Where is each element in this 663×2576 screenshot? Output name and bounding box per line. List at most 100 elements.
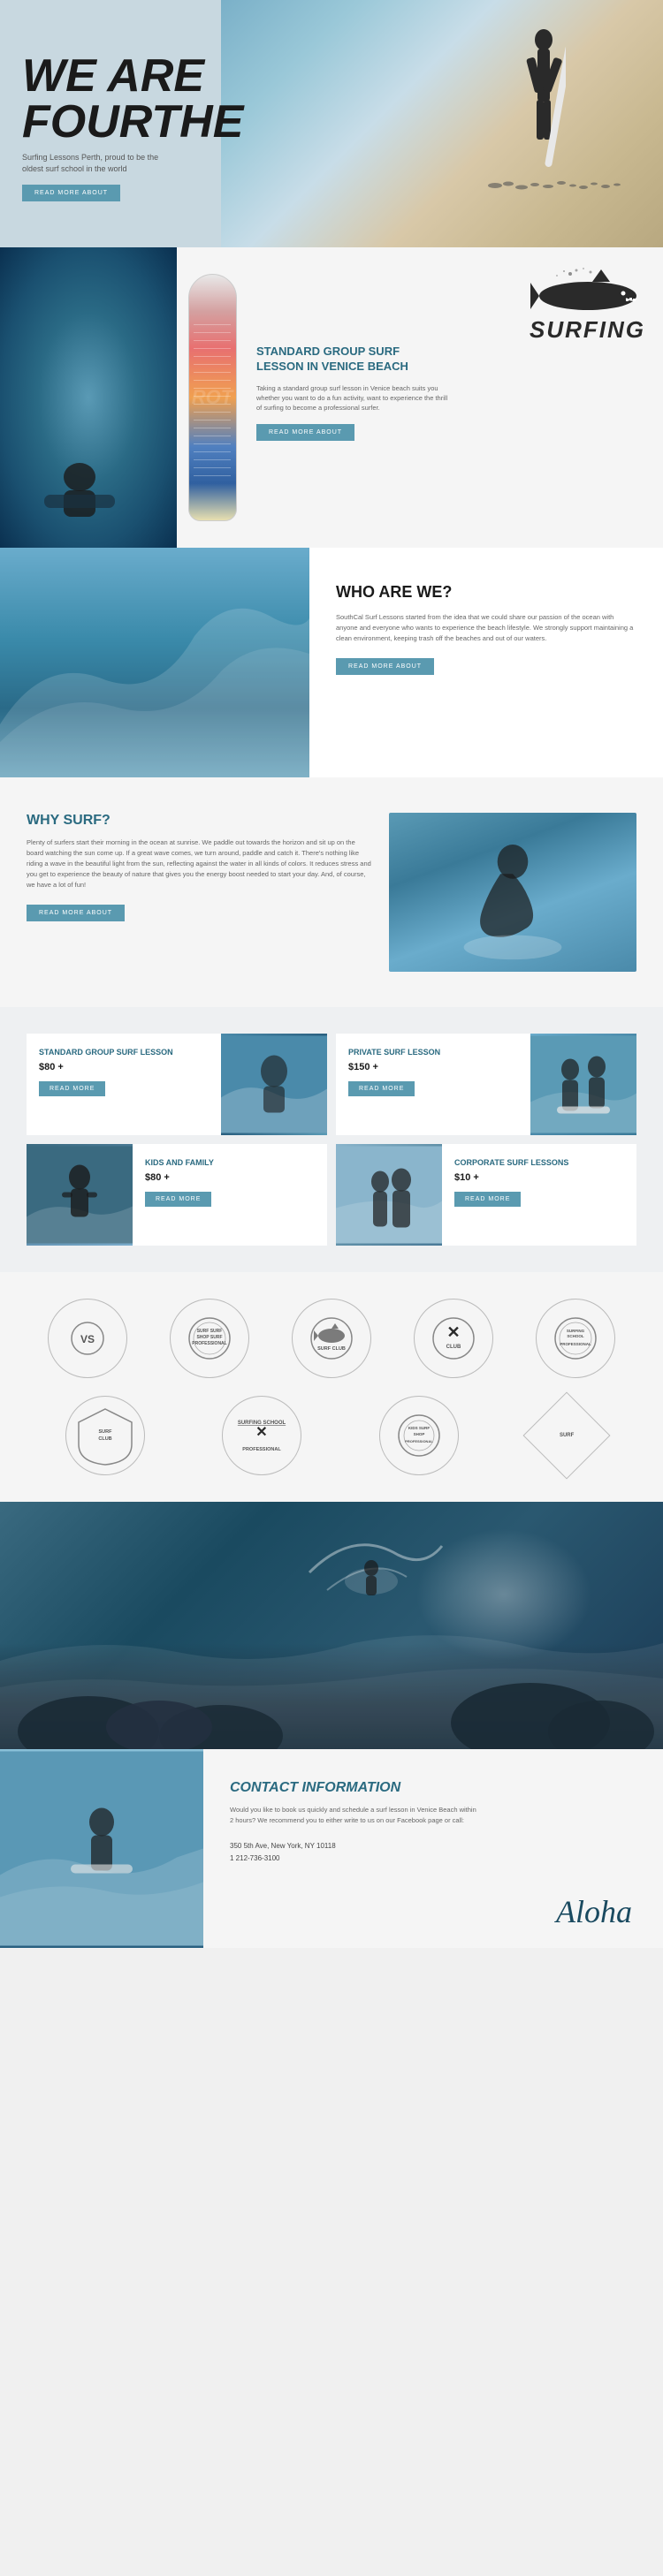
logo-surf-shop: Surf Surf Shop Surf Professional <box>170 1299 249 1378</box>
lesson-kids-title: KIDS AND FAMILY <box>145 1158 315 1169</box>
aloha-text: Aloha <box>556 1893 632 1930</box>
logo-kids-surf: Kids Surf Shop Professional <box>379 1396 459 1475</box>
contact-address-line1: 350 5th Ave, New York, NY 10118 <box>230 1840 636 1852</box>
lesson-kids-btn[interactable]: READ MORE <box>145 1192 211 1207</box>
svg-text:Professional: Professional <box>192 1341 226 1346</box>
surf-club-logo-icon: surf club <box>309 1316 354 1360</box>
lesson-card-corporate: CORPORATE SURF LESSONS $10 + READ MORE <box>336 1144 636 1246</box>
ocean-scene-icon <box>0 1502 663 1749</box>
shark-logo-area: SURFING <box>530 265 645 341</box>
why-section: WHY SURF? Plenty of surfers start their … <box>0 777 663 1007</box>
lesson-corporate-title: CORPORATE SURF LESSONS <box>454 1158 624 1169</box>
svg-text:Surf Surf: Surf Surf <box>197 1329 223 1334</box>
corporate-lesson-img-icon <box>336 1144 442 1246</box>
lesson-standard-price: $80 + <box>39 1062 209 1072</box>
lesson-private-image <box>530 1034 636 1135</box>
ocean-section <box>0 1502 663 1749</box>
lessons-section: STANDARD GROUP SURF LESSON $80 + READ MO… <box>0 1007 663 1272</box>
svg-text:VS: VS <box>80 1333 95 1345</box>
lesson-private-info: PRIVATE SURF LESSON $150 + READ MORE <box>336 1034 530 1135</box>
svg-text:Professional: Professional <box>405 1439 433 1443</box>
contact-description: Would you like to book us quickly and sc… <box>230 1805 477 1826</box>
surf-shop-logo-icon: Surf Surf Shop Surf Professional <box>187 1316 232 1360</box>
svg-text:SURFING: SURFING <box>567 1329 585 1333</box>
lesson-standard-btn[interactable]: READ MORE <box>39 1081 105 1096</box>
lesson-private-btn[interactable]: READ MORE <box>348 1081 415 1096</box>
x-club-logo-icon: ✕ CLUB <box>431 1316 476 1360</box>
who-section: WHO ARE WE? SouthCal Surf Lessons starte… <box>0 548 663 777</box>
lesson-card-private: PRIVATE SURF LESSON $150 + READ MORE <box>336 1034 636 1135</box>
svg-text:Professional: Professional <box>560 1342 591 1346</box>
surfing-right-content: SURFING STANDARD GROUP SURF LESSON IN VE… <box>248 247 663 548</box>
hero-read-more-button[interactable]: READ MORE ABOUT <box>22 185 120 201</box>
private-lesson-img-icon <box>530 1034 636 1135</box>
svg-text:Surf: Surf <box>98 1429 112 1435</box>
shark-icon <box>530 265 645 314</box>
standard-lesson-img-icon <box>221 1034 327 1135</box>
surfing-left-image <box>0 247 177 548</box>
action-surfer-icon <box>389 813 636 972</box>
surf-club-2-logo-icon: Surf Club <box>74 1405 136 1466</box>
logo-surf-club-2: Surf Club <box>65 1396 145 1475</box>
surfing-read-more-button[interactable]: READ MORE ABOUT <box>256 424 354 441</box>
lesson-card-standard: STANDARD GROUP SURF LESSON $80 + READ MO… <box>27 1034 327 1135</box>
surfing-description: Taking a standard group surf lesson in V… <box>256 383 451 413</box>
hero-subtitle: Surfing Lessons Perth, proud to be the o… <box>22 152 181 174</box>
surfboard-icon: RoT <box>188 274 237 521</box>
logos-section: VS Surf Surf Shop Surf Professional surf… <box>0 1272 663 1502</box>
logo-surfing-school: SURFING SCHOOL Professional <box>536 1299 615 1378</box>
logos-row-1: VS Surf Surf Shop Surf Professional surf… <box>27 1299 636 1378</box>
logo-surf-club: surf club <box>292 1299 371 1378</box>
hero-image <box>221 0 663 247</box>
lesson-corporate-info: CORPORATE SURF LESSONS $10 + READ MORE <box>442 1144 636 1246</box>
svg-text:✕: ✕ <box>446 1323 460 1341</box>
wave-surfer-icon <box>0 548 309 777</box>
who-title: WHO ARE WE? <box>336 583 636 602</box>
contact-content-wrapper: CONTACT INFORMATION Would you like to bo… <box>203 1749 663 1948</box>
lesson-kids-image <box>27 1144 133 1246</box>
who-read-more-button[interactable]: READ MORE ABOUT <box>336 658 434 675</box>
contact-phone: 1 212-736-3100 <box>230 1852 636 1865</box>
lesson-standard-title: STANDARD GROUP SURF LESSON <box>39 1048 209 1058</box>
svg-text:SCHOOL: SCHOOL <box>567 1334 584 1338</box>
svg-text:surf club: surf club <box>317 1346 346 1352</box>
contact-image <box>0 1749 203 1948</box>
logo-surfing-school-2: SURFING SCHOOL ✕ Professional <box>222 1396 301 1475</box>
lesson-standard-info: STANDARD GROUP SURF LESSON $80 + READ MO… <box>27 1034 221 1135</box>
contact-surf-img-icon <box>0 1749 203 1948</box>
logo-vs: VS <box>48 1299 127 1378</box>
kids-surf-logo-icon: Kids Surf Shop Professional <box>397 1413 441 1458</box>
lesson-card-kids: KIDS AND FAMILY $80 + READ MORE <box>27 1144 327 1246</box>
kids-lesson-img-icon <box>27 1144 133 1246</box>
hero-section: WE ARE FOURTHE Surfing Lessons Perth, pr… <box>0 0 663 247</box>
surfer-water-silhouette-icon <box>27 442 133 530</box>
contact-title: CONTACT INFORMATION <box>230 1780 636 1796</box>
who-content-box: WHO ARE WE? SouthCal Surf Lessons starte… <box>309 548 663 777</box>
svg-text:Club: Club <box>98 1436 111 1442</box>
hero-title: WE ARE FOURTHE <box>22 53 243 145</box>
surfing-school-logo-icon: SURFING SCHOOL Professional <box>553 1316 598 1360</box>
lesson-private-price: $150 + <box>348 1062 518 1072</box>
hero-content: WE ARE FOURTHE Surfing Lessons Perth, pr… <box>22 53 243 201</box>
lesson-corporate-btn[interactable]: READ MORE <box>454 1192 521 1207</box>
surfing-school-2-logo-icon: SURFING SCHOOL ✕ Professional <box>226 1413 297 1458</box>
lessons-grid: STANDARD GROUP SURF LESSON $80 + READ MO… <box>27 1034 636 1246</box>
lesson-corporate-image <box>336 1144 442 1246</box>
surfing-section: RoT <box>0 247 663 548</box>
svg-text:Shop: Shop <box>413 1432 424 1436</box>
logo-diamond: surf <box>536 1405 598 1466</box>
lesson-kids-price: $80 + <box>145 1172 315 1183</box>
why-image <box>389 813 636 972</box>
lesson-corporate-price: $10 + <box>454 1172 624 1183</box>
who-image <box>0 548 309 777</box>
why-read-more-button[interactable]: READ MORE ABOUT <box>27 905 125 921</box>
lesson-private-title: PRIVATE SURF LESSON <box>348 1048 518 1058</box>
logo-x-club: ✕ CLUB <box>414 1299 493 1378</box>
diamond-logo-icon: surf <box>523 1392 611 1480</box>
who-description: SouthCal Surf Lessons started from the i… <box>336 612 636 644</box>
birds-icon <box>477 168 636 203</box>
contact-address: 350 5th Ave, New York, NY 10118 1 212-73… <box>230 1840 636 1866</box>
lesson-kids-info: KIDS AND FAMILY $80 + READ MORE <box>133 1144 327 1246</box>
surfing-section-title: STANDARD GROUP SURF LESSON IN VENICE BEA… <box>256 345 433 375</box>
why-content: WHY SURF? Plenty of surfers start their … <box>27 813 389 972</box>
